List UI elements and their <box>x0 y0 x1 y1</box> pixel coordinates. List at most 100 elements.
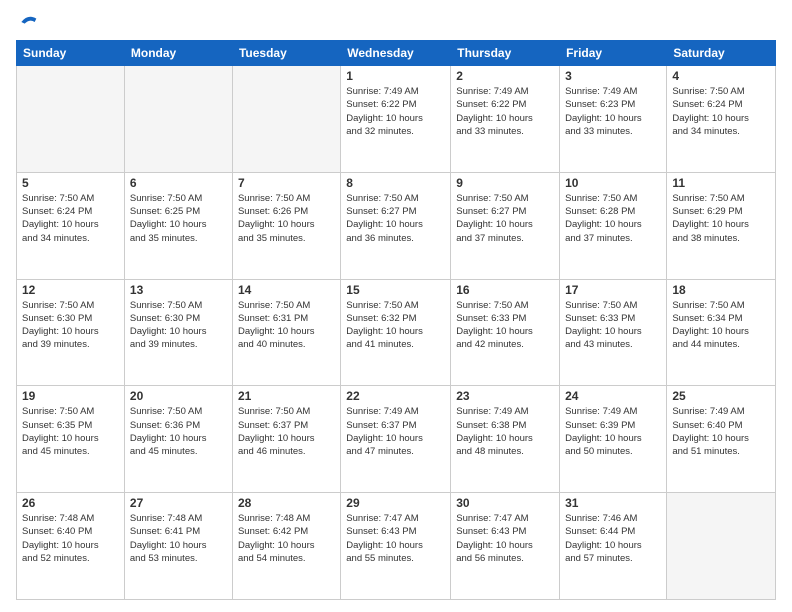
calendar-cell: 19 Sunrise: 7:50 AM Sunset: 6:35 PM Dayli… <box>17 386 125 493</box>
calendar-body: 1 Sunrise: 7:49 AM Sunset: 6:22 PM Daylig… <box>17 66 776 600</box>
day-info: Sunrise: 7:49 AM Sunset: 6:40 PM Dayligh… <box>672 405 770 458</box>
day-number: 18 <box>672 283 770 297</box>
calendar-cell: 3 Sunrise: 7:49 AM Sunset: 6:23 PM Daylig… <box>560 66 667 173</box>
day-number: 9 <box>456 176 554 190</box>
day-header-sunday: Sunday <box>17 41 125 66</box>
day-info: Sunrise: 7:49 AM Sunset: 6:22 PM Dayligh… <box>456 85 554 138</box>
day-number: 24 <box>565 389 661 403</box>
calendar-cell: 27 Sunrise: 7:48 AM Sunset: 6:41 PM Dayli… <box>124 493 232 600</box>
day-info: Sunrise: 7:50 AM Sunset: 6:32 PM Dayligh… <box>346 299 445 352</box>
calendar-cell: 11 Sunrise: 7:50 AM Sunset: 6:29 PM Dayli… <box>667 172 776 279</box>
day-info: Sunrise: 7:50 AM Sunset: 6:27 PM Dayligh… <box>346 192 445 245</box>
day-info: Sunrise: 7:49 AM Sunset: 6:39 PM Dayligh… <box>565 405 661 458</box>
day-info: Sunrise: 7:50 AM Sunset: 6:33 PM Dayligh… <box>565 299 661 352</box>
day-header-tuesday: Tuesday <box>232 41 340 66</box>
calendar-cell: 30Sunrise: 7:47 AM Sunset: 6:43 PM Dayli… <box>451 493 560 600</box>
day-number: 28 <box>238 496 335 510</box>
day-header-monday: Monday <box>124 41 232 66</box>
calendar-cell: 25 Sunrise: 7:49 AM Sunset: 6:40 PM Dayli… <box>667 386 776 493</box>
calendar-cell: 24 Sunrise: 7:49 AM Sunset: 6:39 PM Dayli… <box>560 386 667 493</box>
calendar-cell: 12 Sunrise: 7:50 AM Sunset: 6:30 PM Dayli… <box>17 279 125 386</box>
calendar-cell: 5 Sunrise: 7:50 AM Sunset: 6:24 PM Daylig… <box>17 172 125 279</box>
calendar-cell: 20 Sunrise: 7:50 AM Sunset: 6:36 PM Dayli… <box>124 386 232 493</box>
week-row-4: 19 Sunrise: 7:50 AM Sunset: 6:35 PM Dayli… <box>17 386 776 493</box>
calendar-cell: 21 Sunrise: 7:50 AM Sunset: 6:37 PM Dayli… <box>232 386 340 493</box>
week-row-3: 12 Sunrise: 7:50 AM Sunset: 6:30 PM Dayli… <box>17 279 776 386</box>
day-info: Sunrise: 7:50 AM Sunset: 6:24 PM Dayligh… <box>22 192 119 245</box>
calendar-cell: 2Sunrise: 7:49 AM Sunset: 6:22 PM Daylig… <box>451 66 560 173</box>
day-number: 1 <box>346 69 445 83</box>
calendar-cell: 4Sunrise: 7:50 AM Sunset: 6:24 PM Daylig… <box>667 66 776 173</box>
day-info: Sunrise: 7:50 AM Sunset: 6:27 PM Dayligh… <box>456 192 554 245</box>
day-number: 19 <box>22 389 119 403</box>
day-number: 27 <box>130 496 227 510</box>
day-number: 7 <box>238 176 335 190</box>
day-info: Sunrise: 7:49 AM Sunset: 6:23 PM Dayligh… <box>565 85 661 138</box>
day-number: 30 <box>456 496 554 510</box>
day-number: 25 <box>672 389 770 403</box>
day-number: 29 <box>346 496 445 510</box>
calendar-cell: 9 Sunrise: 7:50 AM Sunset: 6:27 PM Daylig… <box>451 172 560 279</box>
calendar-cell: 16 Sunrise: 7:50 AM Sunset: 6:33 PM Dayli… <box>451 279 560 386</box>
calendar-cell: 10Sunrise: 7:50 AM Sunset: 6:28 PM Dayli… <box>560 172 667 279</box>
calendar-cell: 8 Sunrise: 7:50 AM Sunset: 6:27 PM Daylig… <box>341 172 451 279</box>
day-number: 5 <box>22 176 119 190</box>
day-info: Sunrise: 7:50 AM Sunset: 6:31 PM Dayligh… <box>238 299 335 352</box>
day-number: 17 <box>565 283 661 297</box>
calendar-cell: 6Sunrise: 7:50 AM Sunset: 6:25 PM Daylig… <box>124 172 232 279</box>
logo-icon <box>18 12 38 32</box>
day-info: Sunrise: 7:47 AM Sunset: 6:43 PM Dayligh… <box>346 512 445 565</box>
day-info: Sunrise: 7:50 AM Sunset: 6:36 PM Dayligh… <box>130 405 227 458</box>
day-info: Sunrise: 7:50 AM Sunset: 6:30 PM Dayligh… <box>22 299 119 352</box>
day-info: Sunrise: 7:46 AM Sunset: 6:44 PM Dayligh… <box>565 512 661 565</box>
day-header-saturday: Saturday <box>667 41 776 66</box>
calendar-cell: 1 Sunrise: 7:49 AM Sunset: 6:22 PM Daylig… <box>341 66 451 173</box>
calendar-cell: 28 Sunrise: 7:48 AM Sunset: 6:42 PM Dayli… <box>232 493 340 600</box>
day-info: Sunrise: 7:48 AM Sunset: 6:41 PM Dayligh… <box>130 512 227 565</box>
day-number: 12 <box>22 283 119 297</box>
calendar-cell: 17 Sunrise: 7:50 AM Sunset: 6:33 PM Dayli… <box>560 279 667 386</box>
header-row: SundayMondayTuesdayWednesdayThursdayFrid… <box>17 41 776 66</box>
day-info: Sunrise: 7:50 AM Sunset: 6:34 PM Dayligh… <box>672 299 770 352</box>
day-info: Sunrise: 7:50 AM Sunset: 6:29 PM Dayligh… <box>672 192 770 245</box>
day-info: Sunrise: 7:50 AM Sunset: 6:25 PM Dayligh… <box>130 192 227 245</box>
day-info: Sunrise: 7:49 AM Sunset: 6:38 PM Dayligh… <box>456 405 554 458</box>
day-info: Sunrise: 7:50 AM Sunset: 6:37 PM Dayligh… <box>238 405 335 458</box>
day-number: 11 <box>672 176 770 190</box>
day-header-wednesday: Wednesday <box>341 41 451 66</box>
day-number: 31 <box>565 496 661 510</box>
day-number: 16 <box>456 283 554 297</box>
day-header-friday: Friday <box>560 41 667 66</box>
day-info: Sunrise: 7:49 AM Sunset: 6:22 PM Dayligh… <box>346 85 445 138</box>
day-info: Sunrise: 7:50 AM Sunset: 6:33 PM Dayligh… <box>456 299 554 352</box>
page: SundayMondayTuesdayWednesdayThursdayFrid… <box>0 0 792 612</box>
day-info: Sunrise: 7:48 AM Sunset: 6:42 PM Dayligh… <box>238 512 335 565</box>
day-number: 21 <box>238 389 335 403</box>
day-number: 13 <box>130 283 227 297</box>
day-number: 10 <box>565 176 661 190</box>
day-number: 3 <box>565 69 661 83</box>
header <box>16 12 776 32</box>
day-number: 20 <box>130 389 227 403</box>
calendar-cell <box>124 66 232 173</box>
logo <box>16 12 38 32</box>
calendar-cell: 29 Sunrise: 7:47 AM Sunset: 6:43 PM Dayli… <box>341 493 451 600</box>
calendar-cell <box>667 493 776 600</box>
calendar-cell: 15 Sunrise: 7:50 AM Sunset: 6:32 PM Dayli… <box>341 279 451 386</box>
day-number: 15 <box>346 283 445 297</box>
day-number: 23 <box>456 389 554 403</box>
week-row-2: 5 Sunrise: 7:50 AM Sunset: 6:24 PM Daylig… <box>17 172 776 279</box>
calendar-cell: 14Sunrise: 7:50 AM Sunset: 6:31 PM Dayli… <box>232 279 340 386</box>
calendar-cell: 18 Sunrise: 7:50 AM Sunset: 6:34 PM Dayli… <box>667 279 776 386</box>
day-number: 8 <box>346 176 445 190</box>
calendar-cell <box>17 66 125 173</box>
day-info: Sunrise: 7:48 AM Sunset: 6:40 PM Dayligh… <box>22 512 119 565</box>
day-info: Sunrise: 7:50 AM Sunset: 6:30 PM Dayligh… <box>130 299 227 352</box>
day-header-thursday: Thursday <box>451 41 560 66</box>
day-number: 26 <box>22 496 119 510</box>
day-info: Sunrise: 7:50 AM Sunset: 6:35 PM Dayligh… <box>22 405 119 458</box>
day-info: Sunrise: 7:49 AM Sunset: 6:37 PM Dayligh… <box>346 405 445 458</box>
day-info: Sunrise: 7:50 AM Sunset: 6:26 PM Dayligh… <box>238 192 335 245</box>
day-number: 22 <box>346 389 445 403</box>
calendar-cell: 23 Sunrise: 7:49 AM Sunset: 6:38 PM Dayli… <box>451 386 560 493</box>
